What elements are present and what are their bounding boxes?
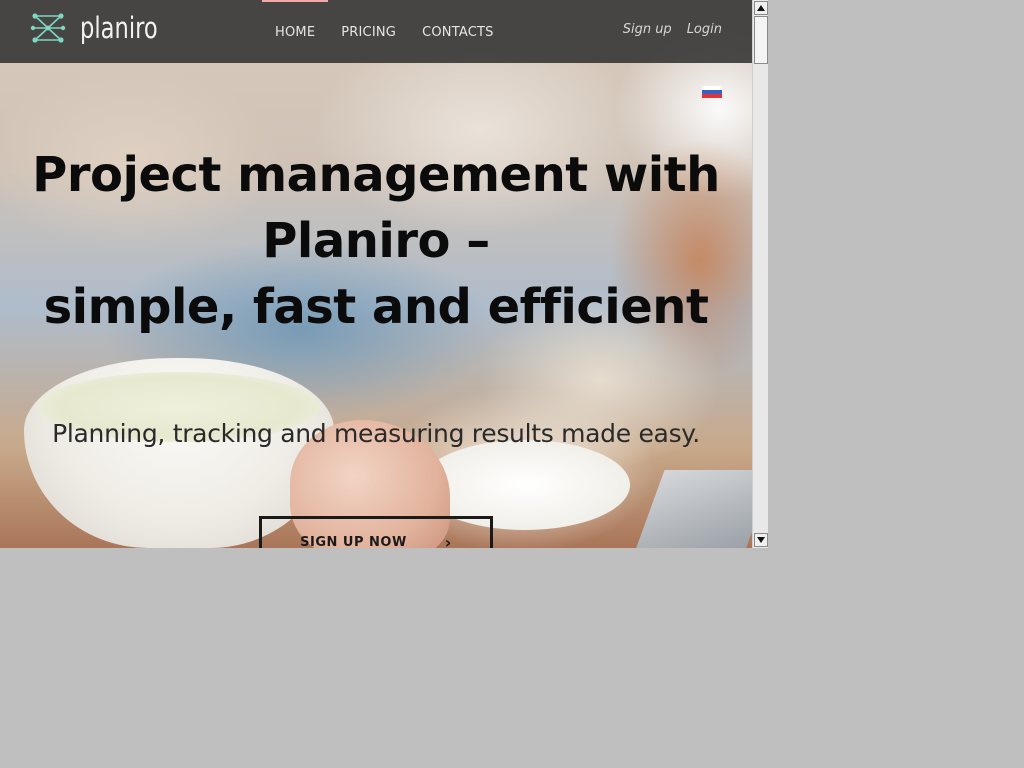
login-link[interactable]: Login bbox=[687, 22, 722, 37]
page-viewport: planiro HOME PRICING CONTACTS Sign up Lo… bbox=[0, 0, 752, 548]
hero-title: Project management with Planiro – simple… bbox=[0, 142, 752, 340]
signup-now-label: SIGN UP NOW bbox=[300, 534, 407, 549]
nav-link-home[interactable]: HOME bbox=[262, 0, 329, 63]
hero-title-line: Planiro – bbox=[262, 213, 490, 269]
arrow-up-icon bbox=[757, 5, 765, 11]
chevron-right-icon: › bbox=[444, 532, 452, 549]
planiro-logo[interactable]: planiro bbox=[30, 10, 180, 46]
hero-title-line: simple, fast and efficient bbox=[43, 279, 709, 335]
russian-flag-icon[interactable] bbox=[702, 86, 722, 98]
vertical-scrollbar[interactable] bbox=[752, 0, 768, 548]
arrow-down-icon bbox=[757, 537, 765, 543]
scroll-down-button[interactable] bbox=[754, 533, 768, 547]
auth-links: Sign up Login bbox=[623, 22, 722, 37]
signup-now-button[interactable]: SIGN UP NOW › bbox=[259, 516, 493, 548]
browser-window: planiro HOME PRICING CONTACTS Sign up Lo… bbox=[0, 0, 768, 548]
nav-link-contacts[interactable]: CONTACTS bbox=[409, 0, 507, 63]
scroll-up-button[interactable] bbox=[754, 1, 768, 15]
main-nav: HOME PRICING CONTACTS bbox=[262, 0, 507, 63]
hero-subtitle: Planning, tracking and measuring results… bbox=[52, 419, 700, 448]
top-navbar: planiro HOME PRICING CONTACTS Sign up Lo… bbox=[0, 0, 752, 63]
signup-link[interactable]: Sign up bbox=[623, 22, 672, 37]
logo-text: planiro bbox=[80, 11, 158, 45]
hero-title-line: Project management with bbox=[32, 147, 720, 203]
flag-stripe-red bbox=[702, 94, 722, 98]
scroll-thumb[interactable] bbox=[754, 16, 768, 64]
planiro-logo-icon bbox=[30, 13, 66, 43]
nav-link-pricing[interactable]: PRICING bbox=[328, 0, 409, 63]
